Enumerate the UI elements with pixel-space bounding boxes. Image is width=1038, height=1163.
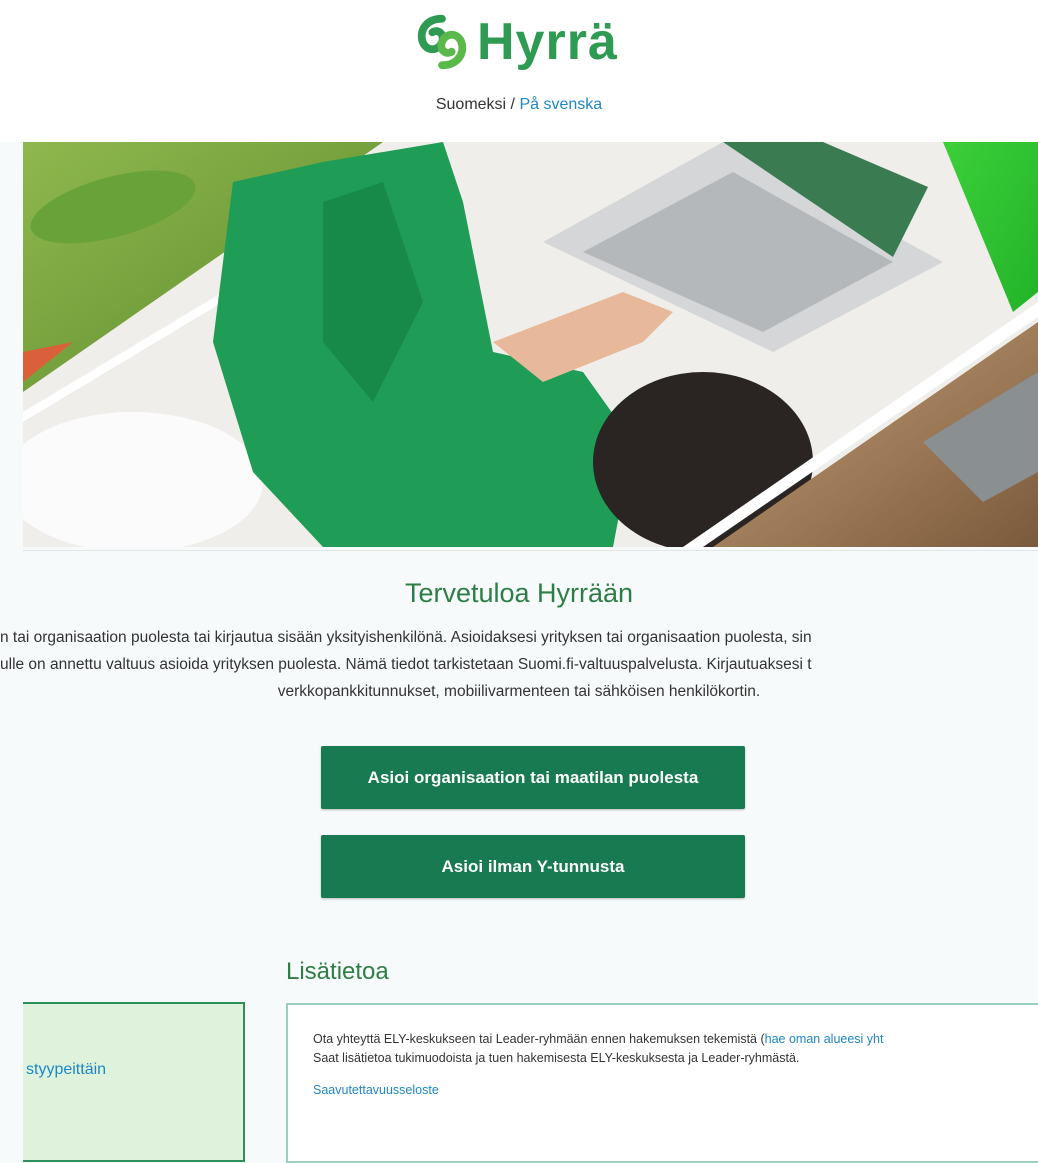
hero-image [23,142,1038,547]
swirl-logo-icon [417,14,467,70]
side-panel [23,1002,245,1162]
find-region-link[interactable]: hae oman alueesi yht [765,1032,884,1046]
intro-line-2: ulle on annettu valtuus asioida yritykse… [0,656,812,673]
info-text-line-1-text: Ota yhteyttä ELY-keskukseen tai Leader-r… [313,1032,765,1046]
lang-separator: / [506,96,520,113]
hyrra-logo[interactable]: Hyrrä [413,2,618,82]
page-header: Hyrrä Suomeksi / På svenska [0,0,1038,142]
intro-line-1: n tai organisaation puolesta tai kirjaut… [0,629,812,646]
lang-finnish: Suomeksi [435,96,507,113]
intro-text: n tai organisaation puolesta tai kirjaut… [0,624,1038,705]
lang-swedish-link[interactable]: På svenska [519,96,602,113]
info-section-title: Lisätietoa [286,958,389,985]
private-login-button[interactable]: Asioi ilman Y-tunnusta [321,835,745,898]
hero-divider [23,550,1038,551]
info-text: Ota yhteyttä ELY-keskukseen tai Leader-r… [313,1030,883,1068]
welcome-title: Tervetuloa Hyrrään [404,578,634,608]
logo-text: Hyrrä [477,13,618,71]
org-login-button[interactable]: Asioi organisaation tai maatilan puolest… [321,746,745,809]
side-panel-link[interactable]: styypeittäin [26,1061,106,1079]
info-text-line-1: Ota yhteyttä ELY-keskukseen tai Leader-r… [313,1030,883,1049]
hero-banner [23,142,1038,547]
accessibility-statement-link[interactable]: Saavutettavuusseloste [313,1083,439,1097]
language-switcher: Suomeksi / På svenska [0,96,1038,114]
intro-line-3: verkkopankkitunnukset, mobiilivarmenteen… [277,683,761,700]
info-text-line-2: Saat lisätietoa tukimuodoista ja tuen ha… [313,1051,800,1065]
